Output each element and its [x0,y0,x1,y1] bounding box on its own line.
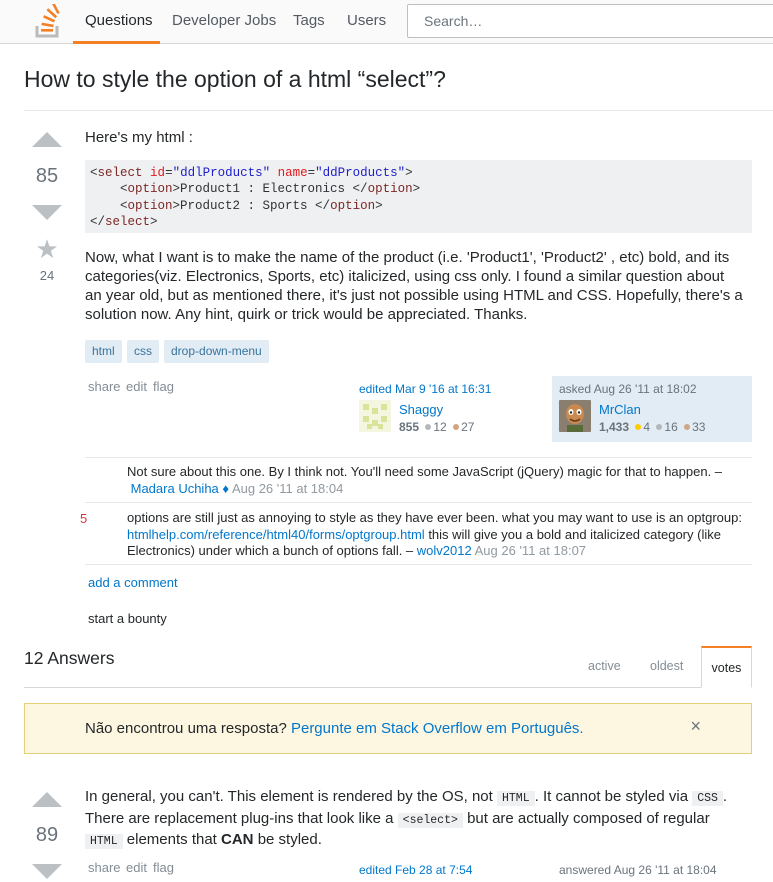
answer-flag-link[interactable]: flag [153,860,174,875]
question-intro: Here's my html : [85,129,193,146]
top-bar: Questions Developer Jobs Tags Users [0,0,773,44]
code-block: <select id="ddlProducts" name="ddProduct… [85,160,752,233]
inline-code: HTML [497,791,535,806]
comment-2: options are still just as annoying to st… [127,510,747,560]
owner-reputation: 1,433 4 16 33 [599,420,706,434]
answer-edited-timestamp-link[interactable]: edited Feb 28 at 7:54 [359,863,472,877]
tag-html[interactable]: html [85,340,122,363]
favorite-star-icon[interactable]: ★ [17,234,77,265]
code-line: <select id="ddlProducts" name="ddProduct… [90,166,413,180]
tag-drop-down-menu[interactable]: drop-down-menu [164,340,269,363]
tag-css[interactable]: css [127,340,159,363]
comment-2-time: Aug 26 '11 at 18:07 [474,543,587,558]
downvote-arrow-icon[interactable] [32,205,62,220]
code-line: </select> [90,214,158,229]
share-link[interactable]: share [88,379,121,394]
notice-text: Não encontrou uma resposta? Pergunte em … [85,720,584,737]
comment-1-text: Not sure about this one. By I think not.… [127,464,723,479]
favorite-count: 24 [39,268,55,283]
flag-link[interactable]: flag [153,379,174,394]
tabs-underline [24,687,752,688]
code-line: <option>Product1 : Electronics </option> [90,182,421,197]
upvote-arrow-icon[interactable] [32,132,62,147]
nav-active-indicator [73,41,160,44]
inline-code: CSS [692,791,723,806]
stackoverflow-logo-icon[interactable] [34,4,62,38]
answer-upvote-arrow-icon[interactable] [32,792,62,807]
add-comment-link[interactable]: add a comment [88,575,178,590]
editor-avatar[interactable] [359,400,391,432]
comments-divider [85,457,752,458]
nav-developer-jobs[interactable]: Developer Jobs [172,12,276,29]
comment-divider [85,564,752,565]
close-icon[interactable]: × [690,716,701,737]
comment-1: Not sure about this one. By I think not.… [127,464,747,497]
asked-timestamp: asked Aug 26 '11 at 18:02 [559,382,697,396]
inline-code: <select> [397,812,463,828]
editor-name[interactable]: Shaggy [399,402,443,417]
answers-count-heading: 12 Answers [24,648,115,668]
localized-site-notice: Não encontrou uma resposta? Pergunte em … [24,703,752,754]
question-vote-count: 85 [35,165,59,187]
comment-divider [85,502,752,503]
edited-timestamp-link[interactable]: edited Mar 9 '16 at 16:31 [359,382,491,396]
nav-questions[interactable]: Questions [85,12,153,29]
inline-code: HTML [85,834,123,849]
title-divider [24,110,773,111]
question-body: Now, what I want is to make the name of … [85,249,743,323]
comment-2-text: options are still just as annoying to st… [127,510,742,525]
bronze-badge-icon [453,424,460,431]
answer-edit-link[interactable]: edit [126,860,147,875]
comment-2-score: 5 [80,511,88,526]
nav-users[interactable]: Users [347,12,386,29]
gold-badge-icon [635,424,642,431]
bronze-badge-icon [684,424,691,431]
answer-answered-timestamp: answered Aug 26 '11 at 18:04 [559,863,717,877]
tab-oldest[interactable]: oldest [650,659,683,673]
code-line: <option>Product2 : Sports </option> [90,198,383,213]
owner-name[interactable]: MrClan [599,402,641,417]
editor-reputation: 855 12 27 [399,420,475,434]
comment-1-time: Aug 26 '11 at 18:04 [231,480,344,496]
silver-badge-icon [656,424,663,431]
question-title[interactable]: How to style the option of a html “selec… [24,66,446,93]
notice-message: Não encontrou uma resposta? [85,720,287,737]
silver-badge-icon [425,424,432,431]
moderator-diamond-icon: ♦ [222,480,230,496]
comment-2-user[interactable]: wolv2012 [417,543,472,558]
answer-share-link[interactable]: share [88,860,121,875]
notice-link[interactable]: Pergunte em Stack Overflow em Português. [291,720,584,737]
answer-downvote-arrow-icon[interactable] [32,864,62,879]
tab-active[interactable]: active [588,659,621,673]
start-bounty-link[interactable]: start a bounty [88,611,167,626]
nav-tags[interactable]: Tags [293,12,325,29]
tab-votes[interactable]: votes [701,646,752,688]
comment-1-user[interactable]: Madara Uchiha [131,481,219,496]
edit-link[interactable]: edit [126,379,147,394]
comment-2-link[interactable]: htmlhelp.com/reference/html40/forms/optg… [127,527,425,542]
search-input[interactable] [407,4,773,38]
answer-body: In general, you can't. This element is r… [85,788,728,849]
answer-vote-count: 89 [35,824,59,846]
owner-avatar[interactable] [559,400,591,432]
